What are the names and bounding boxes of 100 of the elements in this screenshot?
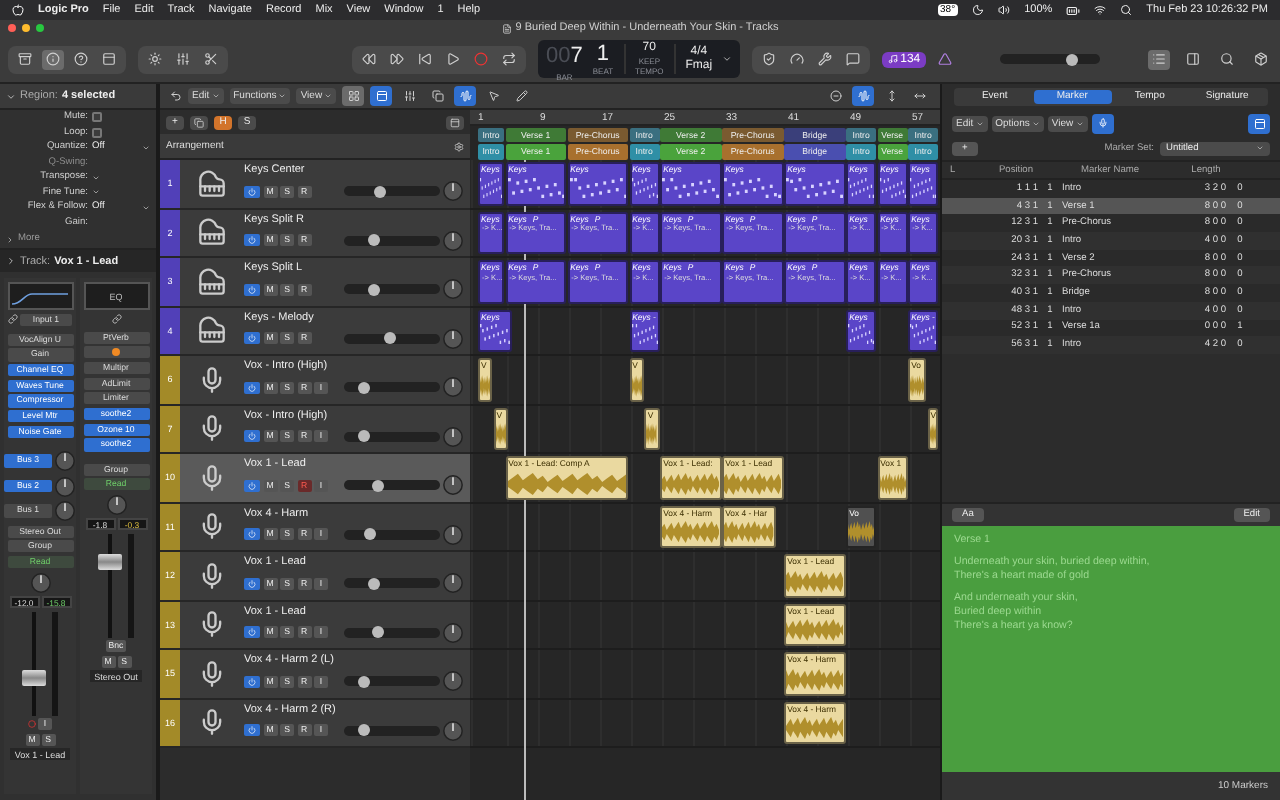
slider-thumb[interactable]: [358, 381, 371, 394]
checkbox[interactable]: [92, 127, 102, 138]
slider-thumb[interactable]: [372, 479, 385, 492]
power-button[interactable]: [244, 185, 260, 198]
message-button[interactable]: [842, 49, 865, 69]
pan-knob[interactable]: [442, 229, 464, 252]
chevron-icon[interactable]: [722, 54, 733, 64]
slider-thumb[interactable]: [358, 724, 371, 737]
volume-slider[interactable]: [343, 235, 439, 246]
grid-button[interactable]: [342, 86, 365, 106]
send-knob[interactable]: [54, 475, 76, 497]
battery-icon[interactable]: [1066, 3, 1081, 17]
moon-icon[interactable]: [972, 4, 985, 16]
minimize-button[interactable]: [22, 24, 30, 32]
volume-slider[interactable]: [343, 382, 439, 393]
slider-thumb[interactable]: [367, 577, 380, 590]
link-icon[interactable]: [8, 314, 18, 325]
volume-slider[interactable]: [343, 725, 439, 736]
slider-thumb[interactable]: [358, 430, 371, 443]
link-icon[interactable]: [111, 313, 121, 323]
wrench-button[interactable]: [814, 49, 837, 69]
pan-knob[interactable]: [442, 719, 464, 742]
chevron-icon[interactable]: [6, 256, 16, 266]
settings-icon[interactable]: [454, 141, 464, 151]
smart-controls-button[interactable]: [98, 49, 120, 69]
slider-thumb[interactable]: [372, 626, 385, 639]
volume-fader[interactable]: [22, 611, 46, 716]
scissors-button[interactable]: [200, 49, 222, 69]
volume-slider[interactable]: [343, 186, 439, 197]
volume-slider[interactable]: [343, 431, 439, 442]
send-knob[interactable]: [54, 500, 76, 522]
fader-thumb[interactable]: [22, 670, 46, 687]
cycle-button[interactable]: [498, 49, 520, 69]
chevron-icon[interactable]: [6, 91, 16, 101]
help-button[interactable]: [70, 49, 92, 69]
close-button[interactable]: [8, 24, 16, 32]
pan-knob[interactable]: [442, 523, 464, 546]
power-button[interactable]: [244, 381, 260, 394]
pan-knob[interactable]: [442, 621, 464, 644]
pan-knob[interactable]: [442, 278, 464, 301]
search-icon[interactable]: [1120, 4, 1133, 16]
volume-slider[interactable]: [343, 627, 439, 638]
power-button[interactable]: [244, 430, 260, 443]
fast-forward-button[interactable]: [386, 49, 408, 69]
volume-slider[interactable]: [343, 333, 439, 344]
zoom-button[interactable]: [36, 24, 44, 32]
pan-knob[interactable]: [442, 572, 464, 595]
rewind-button[interactable]: [358, 49, 380, 69]
volume-icon[interactable]: [998, 4, 1011, 16]
power-button[interactable]: [244, 234, 260, 247]
inspector-button[interactable]: [42, 49, 64, 69]
plugin-slot[interactable]: [83, 346, 149, 359]
pan-knob[interactable]: [442, 180, 464, 203]
send-knob[interactable]: [54, 450, 76, 472]
slider-thumb[interactable]: [367, 283, 380, 296]
package-button[interactable]: [1250, 49, 1272, 69]
view-button[interactable]: [370, 86, 393, 106]
volume-slider[interactable]: [343, 529, 439, 540]
slider-thumb[interactable]: [363, 528, 376, 541]
power-button[interactable]: [244, 626, 260, 639]
slider-thumb[interactable]: [383, 332, 396, 345]
pan-knob[interactable]: [105, 493, 127, 516]
flex-button[interactable]: [454, 86, 477, 106]
panel-button[interactable]: [1248, 113, 1270, 133]
play-button[interactable]: [442, 49, 464, 69]
slider-thumb[interactable]: [1066, 53, 1079, 65]
library-button[interactable]: [14, 49, 36, 69]
checkbox[interactable]: [92, 112, 102, 123]
gauge-button[interactable]: [786, 49, 809, 69]
fader-thumb[interactable]: [98, 554, 122, 571]
volume-slider[interactable]: [343, 284, 439, 295]
catch-button[interactable]: [1091, 113, 1114, 133]
pan-knob[interactable]: [442, 376, 464, 399]
master-volume-slider[interactable]: [1000, 54, 1101, 64]
search-button[interactable]: [1216, 49, 1238, 69]
pan-knob[interactable]: [442, 327, 464, 350]
power-button[interactable]: [244, 675, 260, 688]
waveform-zoom-button[interactable]: [852, 86, 874, 106]
power-button[interactable]: [244, 528, 260, 541]
view-button[interactable]: [446, 115, 464, 129]
volume-slider[interactable]: [343, 578, 439, 589]
mixer-button[interactable]: [172, 49, 194, 69]
power-button[interactable]: [244, 332, 260, 345]
volume-slider[interactable]: [343, 676, 439, 687]
slider-thumb[interactable]: [373, 185, 386, 198]
duplicate-button[interactable]: [190, 115, 208, 129]
volume-fader[interactable]: [98, 533, 122, 638]
slider-thumb[interactable]: [367, 234, 380, 247]
pan-knob[interactable]: [442, 425, 464, 448]
apple-icon[interactable]: [12, 4, 24, 16]
pencil-tool-button[interactable]: [510, 86, 533, 106]
power-button[interactable]: [244, 577, 260, 590]
slider-thumb[interactable]: [358, 675, 371, 688]
power-button[interactable]: [244, 724, 260, 737]
copy-button[interactable]: [426, 86, 449, 106]
pan-knob[interactable]: [442, 474, 464, 497]
pan-knob[interactable]: [442, 670, 464, 693]
pan-knob[interactable]: [29, 571, 51, 594]
wifi-icon[interactable]: [1094, 4, 1107, 16]
power-button[interactable]: [244, 479, 260, 492]
